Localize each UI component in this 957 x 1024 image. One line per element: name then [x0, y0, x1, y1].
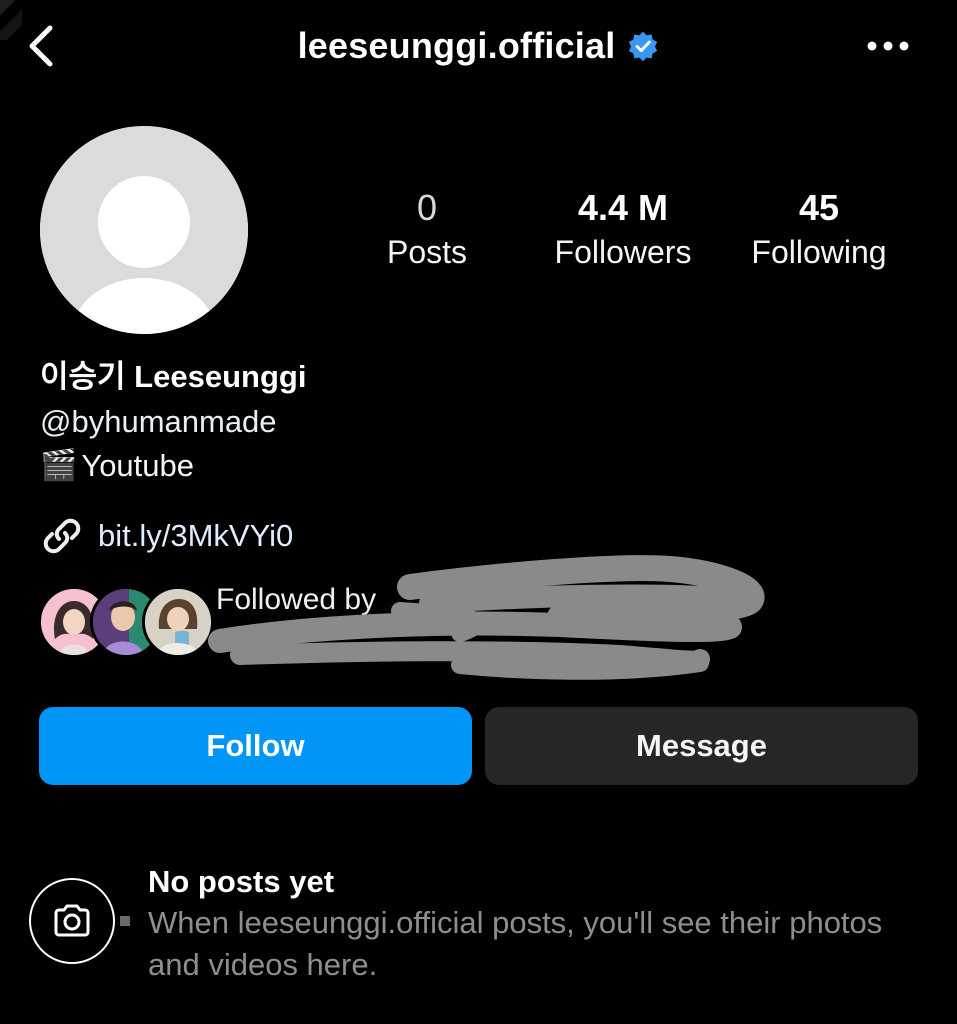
verified-badge-icon: [629, 31, 658, 62]
posts-label: Posts: [386, 234, 468, 270]
bio-youtube-text: Youtube: [81, 448, 195, 483]
camera-icon: [54, 904, 90, 937]
chevron-left-icon: [29, 25, 53, 67]
followers-stat[interactable]: 4.4 M Followers: [540, 186, 706, 274]
no-posts-description: When leeseunggi.official posts, you'll s…: [148, 905, 883, 982]
bio-youtube-line: 🎬 Youtube: [40, 444, 194, 488]
artifact-square: [120, 916, 130, 926]
profile-avatar[interactable]: [40, 126, 248, 334]
back-button[interactable]: [16, 18, 66, 74]
bio-external-link[interactable]: bit.ly/3MkVYi0: [40, 512, 293, 560]
profile-display-name: 이승기 Leeseunggi: [40, 359, 307, 394]
profile-username: leeseunggi.official: [297, 25, 616, 66]
no-posts-title: No posts yet: [148, 864, 335, 899]
followers-label: Followers: [554, 234, 692, 270]
posts-stat[interactable]: 0 Posts: [366, 186, 488, 274]
more-options-button[interactable]: [858, 22, 918, 70]
profile-header: leeseunggi.official: [200, 20, 757, 72]
clapperboard-emoji: 🎬: [40, 449, 78, 482]
posts-count: 0: [416, 187, 438, 228]
bio-mention-link[interactable]: @byhumanmade: [40, 400, 277, 444]
redaction-scribble: [208, 555, 765, 680]
no-posts-camera-circle: [29, 878, 115, 964]
following-stat[interactable]: 45 Following: [738, 186, 900, 274]
bio-link-text: bit.ly/3MkVYi0: [98, 518, 294, 553]
followers-count: 4.4 M: [577, 187, 669, 228]
following-count: 45: [798, 187, 840, 228]
default-avatar-icon: [40, 126, 248, 334]
link-icon: [43, 518, 81, 554]
message-button[interactable]: Message: [485, 707, 918, 785]
follow-button[interactable]: Follow: [39, 707, 472, 785]
more-horizontal-icon: [867, 41, 909, 51]
following-label: Following: [751, 234, 887, 270]
mutual-followers-avatars[interactable]: [38, 586, 214, 658]
